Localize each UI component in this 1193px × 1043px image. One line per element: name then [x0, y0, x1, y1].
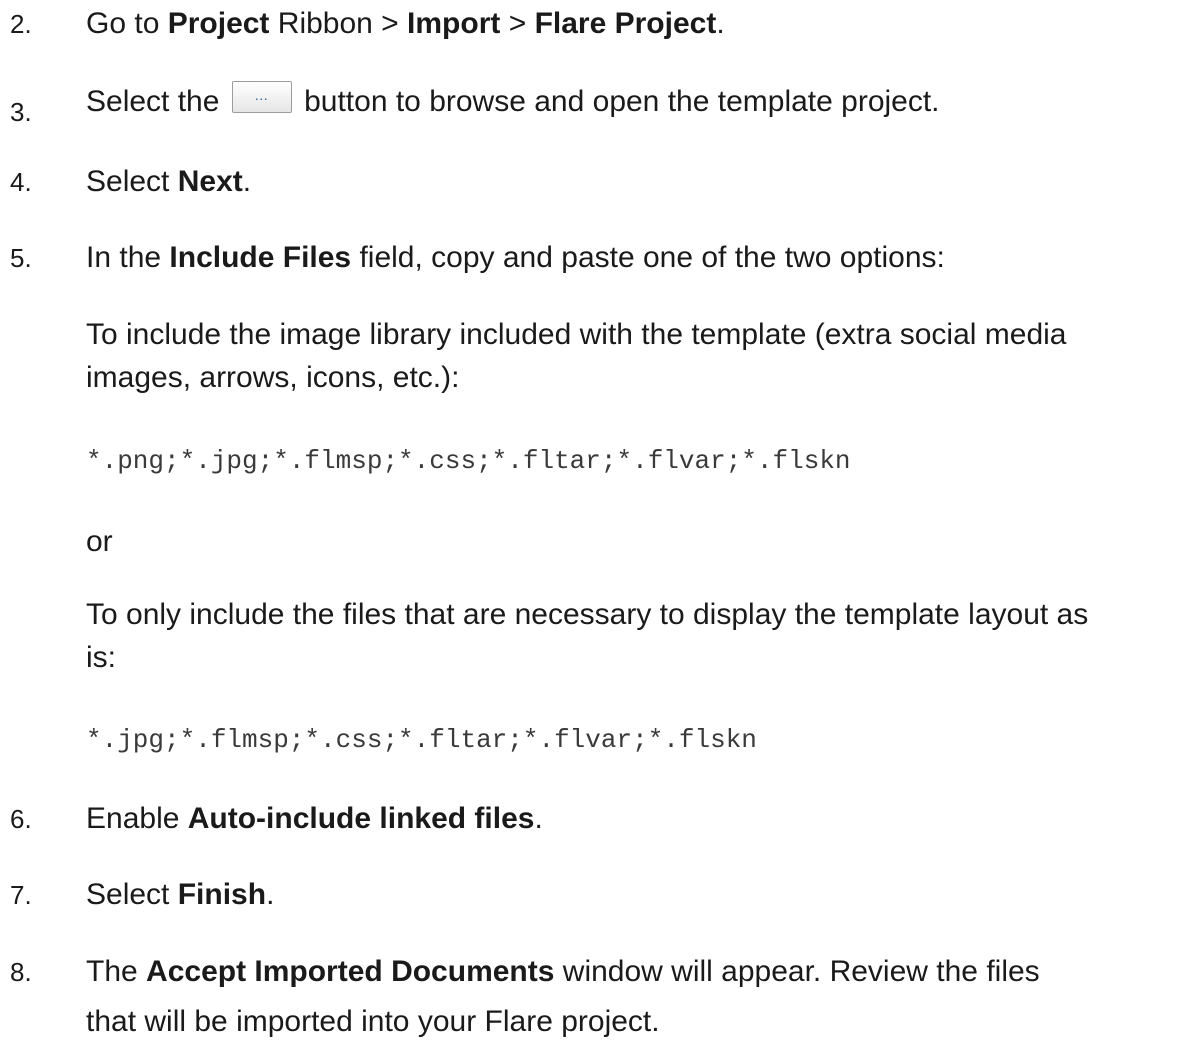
step-number: 8. — [10, 957, 32, 987]
step-6: 6. Enable Auto-include linked files. — [10, 797, 1193, 841]
step-4: 4. Select Next. — [10, 160, 1193, 204]
option-1-code: *.png;*.jpg;*.flmsp;*.css;*.fltar;*.flva… — [86, 446, 851, 476]
step-text: Select Next. — [86, 165, 252, 198]
step-5: 5. In the Include Files field, copy and p… — [10, 236, 1193, 280]
document-page: 2. Go to Project Ribbon > Import > Flare … — [0, 0, 1193, 1043]
step-number: 2. — [10, 9, 32, 39]
step-text: In the Include Files field, copy and pas… — [86, 241, 945, 274]
browse-button[interactable]: … — [231, 81, 292, 113]
step-number: 7. — [10, 880, 32, 910]
step-number: 6. — [10, 804, 32, 834]
option-2-intro: To only include the files that are neces… — [86, 598, 1089, 674]
step-3: 3. Select the … button to browse and open… — [10, 80, 1193, 127]
step-7: 7. Select Finish. — [10, 873, 1193, 917]
step-text: Select Finish. — [86, 878, 275, 911]
step-text: The Accept Imported Documents window wil… — [86, 955, 1040, 988]
step-number: 5. — [10, 243, 32, 273]
step-text: Go to Project Ribbon > Import > Flare Pr… — [86, 7, 725, 40]
step-8: 8. The Accept Imported Documents window w… — [10, 950, 1193, 994]
ellipsis-icon: … — [254, 87, 270, 103]
step-text: Enable Auto-include linked files. — [86, 802, 543, 835]
option-2-code: *.jpg;*.flmsp;*.css;*.fltar;*.flvar;*.fl… — [86, 725, 757, 755]
step-number: 4. — [10, 167, 32, 197]
or-label: or — [86, 525, 113, 558]
step-number: 3. — [10, 97, 32, 127]
step-8-continuation: that will be imported into your Flare pr… — [86, 1005, 660, 1038]
option-1-intro: To include the image library included wi… — [86, 318, 1067, 394]
step-text: Select the … button to browse and open t… — [86, 81, 940, 118]
step-2: 2. Go to Project Ribbon > Import > Flare … — [10, 2, 1193, 46]
